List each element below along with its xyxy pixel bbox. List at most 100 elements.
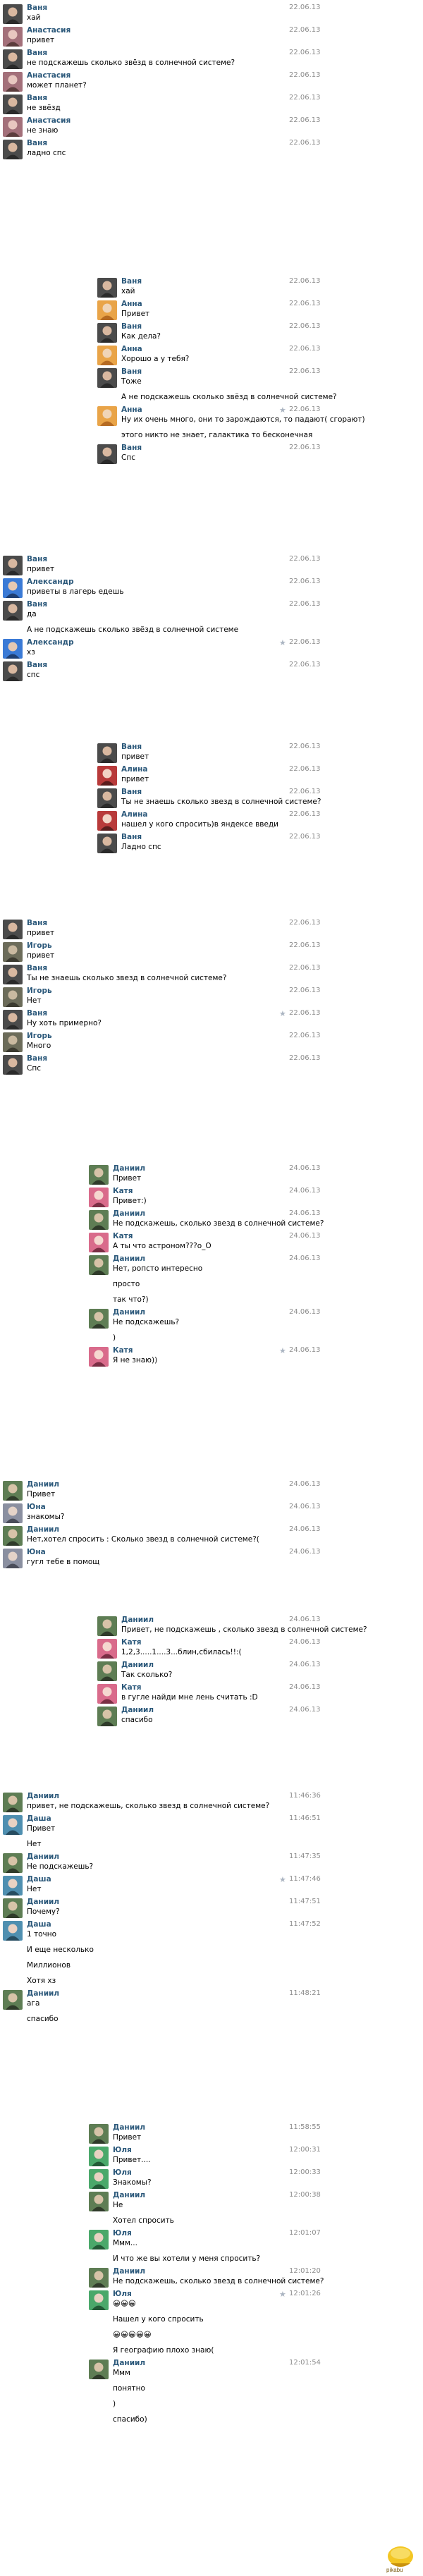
avatar[interactable] xyxy=(3,1503,23,1523)
sender-name[interactable]: Даниил xyxy=(27,1792,59,1800)
avatar[interactable] xyxy=(89,2230,109,2250)
sender-name[interactable]: Ваня xyxy=(27,94,47,102)
sender-name[interactable]: Игорь xyxy=(27,941,52,950)
avatar[interactable] xyxy=(97,278,117,298)
avatar[interactable] xyxy=(3,639,23,659)
avatar[interactable] xyxy=(3,94,23,114)
avatar[interactable] xyxy=(97,1639,117,1659)
sender-name[interactable]: Юля xyxy=(113,2229,132,2238)
sender-name[interactable]: Юля xyxy=(113,2168,132,2177)
avatar[interactable] xyxy=(3,1549,23,1568)
sender-name[interactable]: Катя xyxy=(113,1346,133,1355)
avatar[interactable] xyxy=(3,27,23,47)
sender-name[interactable]: Ваня xyxy=(121,322,142,331)
sender-name[interactable]: Анна xyxy=(121,405,142,414)
sender-name[interactable]: Ваня xyxy=(27,4,47,12)
avatar[interactable] xyxy=(97,300,117,320)
avatar[interactable] xyxy=(97,1616,117,1636)
sender-name[interactable]: Александр xyxy=(27,638,74,647)
sender-name[interactable]: Ваня xyxy=(121,833,142,841)
sender-name[interactable]: Ваня xyxy=(121,444,142,452)
avatar[interactable] xyxy=(3,556,23,575)
sender-name[interactable]: Даша xyxy=(27,1920,51,1929)
sender-name[interactable]: Катя xyxy=(113,1187,133,1195)
avatar[interactable] xyxy=(3,1876,23,1896)
sender-name[interactable]: Даниил xyxy=(27,1898,59,1906)
avatar[interactable] xyxy=(3,1526,23,1546)
sender-name[interactable]: Катя xyxy=(113,1232,133,1240)
sender-name[interactable]: Даниил xyxy=(27,1852,59,1861)
avatar[interactable] xyxy=(89,2360,109,2379)
avatar[interactable] xyxy=(3,987,23,1007)
avatar[interactable] xyxy=(97,1684,117,1704)
sender-name[interactable]: Даниил xyxy=(113,2359,145,2367)
avatar[interactable] xyxy=(89,1309,109,1329)
avatar[interactable] xyxy=(97,1661,117,1681)
sender-name[interactable]: Юля xyxy=(113,2290,132,2298)
sender-name[interactable]: Александр xyxy=(27,578,74,586)
star-icon[interactable]: ★ xyxy=(279,2290,286,2299)
avatar[interactable] xyxy=(3,1898,23,1918)
avatar[interactable] xyxy=(97,811,117,831)
sender-name[interactable]: Даниил xyxy=(113,1164,145,1173)
avatar[interactable] xyxy=(89,1210,109,1230)
avatar[interactable] xyxy=(3,117,23,137)
sender-name[interactable]: Даниил xyxy=(113,1255,145,1263)
sender-name[interactable]: Юна xyxy=(27,1548,46,1556)
avatar[interactable] xyxy=(97,346,117,365)
avatar[interactable] xyxy=(3,1032,23,1052)
sender-name[interactable]: Юна xyxy=(27,1503,46,1511)
avatar[interactable] xyxy=(89,1233,109,1252)
avatar[interactable] xyxy=(89,1347,109,1367)
avatar[interactable] xyxy=(97,1707,117,1726)
sender-name[interactable]: Даниил xyxy=(27,1989,59,1998)
avatar[interactable] xyxy=(3,661,23,681)
sender-name[interactable]: Ваня xyxy=(27,661,47,669)
star-icon[interactable]: ★ xyxy=(279,1346,286,1355)
sender-name[interactable]: Даниил xyxy=(121,1616,154,1624)
sender-name[interactable]: Ваня xyxy=(27,964,47,972)
avatar[interactable] xyxy=(89,2124,109,2144)
avatar[interactable] xyxy=(3,965,23,984)
sender-name[interactable]: Анастасия xyxy=(27,116,70,125)
avatar[interactable] xyxy=(89,1188,109,1207)
avatar[interactable] xyxy=(89,2268,109,2288)
sender-name[interactable]: Даша xyxy=(27,1814,51,1823)
avatar[interactable] xyxy=(3,578,23,598)
sender-name[interactable]: Даниил xyxy=(113,2267,145,2276)
avatar[interactable] xyxy=(3,942,23,962)
avatar[interactable] xyxy=(89,1255,109,1275)
sender-name[interactable]: Алина xyxy=(121,810,148,819)
star-icon[interactable]: ★ xyxy=(279,1009,286,1018)
avatar[interactable] xyxy=(3,1793,23,1812)
star-icon[interactable]: ★ xyxy=(279,405,286,415)
sender-name[interactable]: Игорь xyxy=(27,1032,52,1040)
avatar[interactable] xyxy=(97,743,117,763)
sender-name[interactable]: Ваня xyxy=(27,555,47,563)
sender-name[interactable]: Анастасия xyxy=(27,26,70,35)
sender-name[interactable]: Даша xyxy=(27,1875,51,1884)
sender-name[interactable]: Анна xyxy=(121,300,142,308)
avatar[interactable] xyxy=(97,406,117,426)
star-icon[interactable]: ★ xyxy=(279,638,286,647)
sender-name[interactable]: Даниил xyxy=(113,1308,145,1317)
avatar[interactable] xyxy=(89,2147,109,2166)
sender-name[interactable]: Даниил xyxy=(27,1480,59,1489)
sender-name[interactable]: Анна xyxy=(121,345,142,353)
sender-name[interactable]: Ваня xyxy=(121,743,142,751)
sender-name[interactable]: Даниил xyxy=(121,1661,154,1669)
avatar[interactable] xyxy=(3,1990,23,2010)
avatar[interactable] xyxy=(89,2169,109,2189)
avatar[interactable] xyxy=(3,1055,23,1075)
avatar[interactable] xyxy=(3,1481,23,1501)
avatar[interactable] xyxy=(3,49,23,69)
avatar[interactable] xyxy=(3,140,23,159)
star-icon[interactable]: ★ xyxy=(279,1875,286,1884)
avatar[interactable] xyxy=(89,1165,109,1185)
avatar[interactable] xyxy=(97,834,117,853)
sender-name[interactable]: Игорь xyxy=(27,987,52,995)
sender-name[interactable]: Катя xyxy=(121,1638,142,1647)
sender-name[interactable]: Ваня xyxy=(27,139,47,147)
sender-name[interactable]: Анастасия xyxy=(27,71,70,80)
sender-name[interactable]: Даниил xyxy=(113,1209,145,1218)
